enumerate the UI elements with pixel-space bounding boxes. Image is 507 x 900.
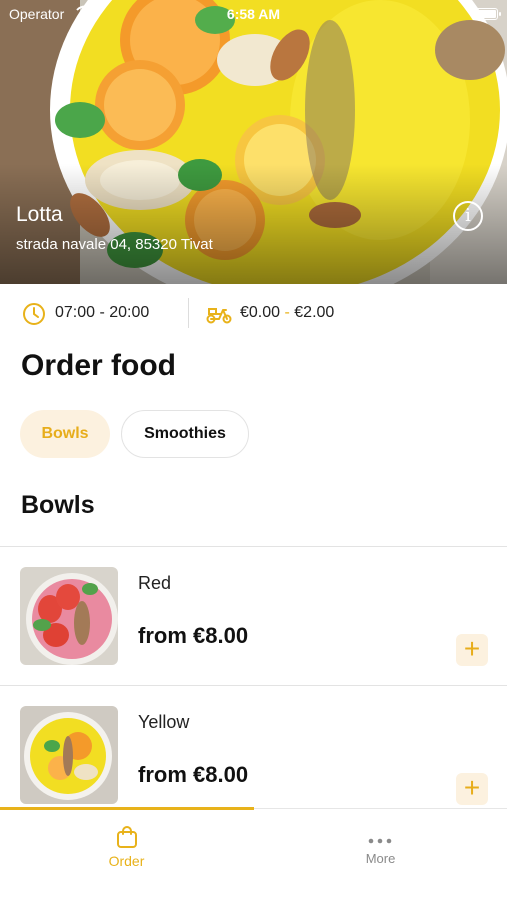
menu-item-red[interactable]: Red from €8.00 +: [0, 547, 507, 685]
status-bar: Operator 6:58 AM: [0, 0, 507, 28]
delivery-fee-separator: -: [284, 304, 290, 321]
shopping-bag-icon: [116, 825, 138, 854]
status-time: 6:58 AM: [226, 6, 281, 22]
section-title: Bowls: [21, 491, 95, 519]
page-title: Order food: [21, 349, 176, 382]
tab-more[interactable]: More: [254, 809, 507, 900]
tab-bar: Order More: [0, 807, 507, 900]
item-name: Red: [138, 573, 172, 593]
item-price: from €8.00: [138, 623, 249, 648]
clock-icon: [22, 302, 46, 331]
scooter-icon: [206, 302, 232, 329]
info-icon[interactable]: i: [453, 201, 483, 231]
menu-item-yellow[interactable]: Yellow from €8.00 +: [0, 686, 507, 824]
tab-order[interactable]: Order: [0, 809, 253, 900]
category-chip-bowls[interactable]: Bowls: [20, 410, 110, 458]
opening-info-row: 07:00 - 20:00 €0.00 - €2.00: [0, 284, 507, 342]
category-chip-smoothies[interactable]: Smoothies: [121, 410, 249, 458]
red-bowl-image: [20, 567, 118, 665]
item-name: Yellow: [138, 712, 190, 732]
delivery-fee-min: €0.00: [240, 304, 281, 321]
tab-label: Order: [108, 853, 145, 869]
item-price: from €8.00: [138, 762, 249, 787]
add-button[interactable]: +: [456, 634, 488, 666]
battery-icon: [472, 8, 501, 20]
restaurant-name: Lotta: [16, 203, 63, 226]
delivery-fee: €0.00 - €2.00: [240, 304, 334, 322]
yellow-bowl-image: [20, 706, 118, 804]
add-button[interactable]: +: [456, 773, 488, 805]
restaurant-address: strada navale 04, 85320 Tivat: [16, 236, 213, 253]
delivery-fee-max: €2.00: [294, 304, 335, 321]
more-dots-icon: [367, 832, 393, 844]
opening-hours: 07:00 - 20:00: [55, 304, 150, 321]
tab-label: More: [365, 851, 396, 866]
divider: [188, 298, 189, 328]
